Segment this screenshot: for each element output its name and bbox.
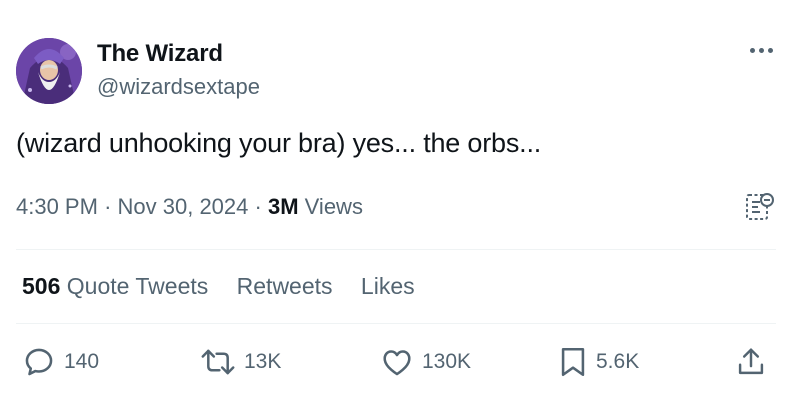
wizard-avatar-image (16, 38, 82, 104)
divider (16, 323, 776, 324)
meta-separator: · (104, 194, 112, 219)
bookmark-count: 5.6K (596, 350, 640, 373)
reply-icon (25, 348, 53, 376)
reply-button[interactable]: 140 (22, 344, 99, 380)
analytics-icon[interactable] (743, 190, 777, 224)
retweet-count: 13K (244, 350, 282, 373)
divider (16, 249, 776, 250)
tweet-date[interactable]: Nov 30, 2024 (118, 194, 249, 219)
retweet-icon (201, 349, 235, 375)
share-icon (738, 348, 764, 375)
author-handle[interactable]: @wizardsextape (97, 74, 260, 100)
retweets-link[interactable]: Retweets (237, 273, 333, 299)
quote-tweets-link[interactable]: 506 Quote Tweets (22, 273, 208, 299)
retweet-button[interactable]: 13K (200, 344, 281, 380)
views-label: Views (304, 194, 363, 219)
like-icon (383, 350, 411, 376)
meta-separator: · (254, 194, 262, 219)
avatar[interactable] (16, 38, 82, 104)
views-count: 3M (267, 194, 299, 219)
share-button[interactable] (736, 344, 766, 380)
reply-count: 140 (64, 350, 100, 373)
tweet-text: (wizard unhooking your bra) yes... the o… (16, 128, 542, 158)
more-icon[interactable] (746, 38, 778, 62)
like-button[interactable]: 130K (380, 344, 471, 380)
bookmark-icon (561, 347, 585, 377)
quote-label: Quote Tweets (66, 273, 209, 299)
likes-link[interactable]: Likes (361, 273, 415, 299)
tweet-meta: 4:30 PM · Nov 30, 2024 · 3M Views (16, 194, 363, 220)
quote-count: 506 (22, 273, 61, 299)
tweet-time[interactable]: 4:30 PM (16, 194, 98, 219)
bookmark-button[interactable]: 5.6K (558, 344, 639, 380)
author-display-name[interactable]: The Wizard (97, 40, 223, 68)
tweet-stats: 506 Quote Tweets Retweets Likes (22, 273, 437, 300)
like-count: 130K (422, 350, 472, 373)
